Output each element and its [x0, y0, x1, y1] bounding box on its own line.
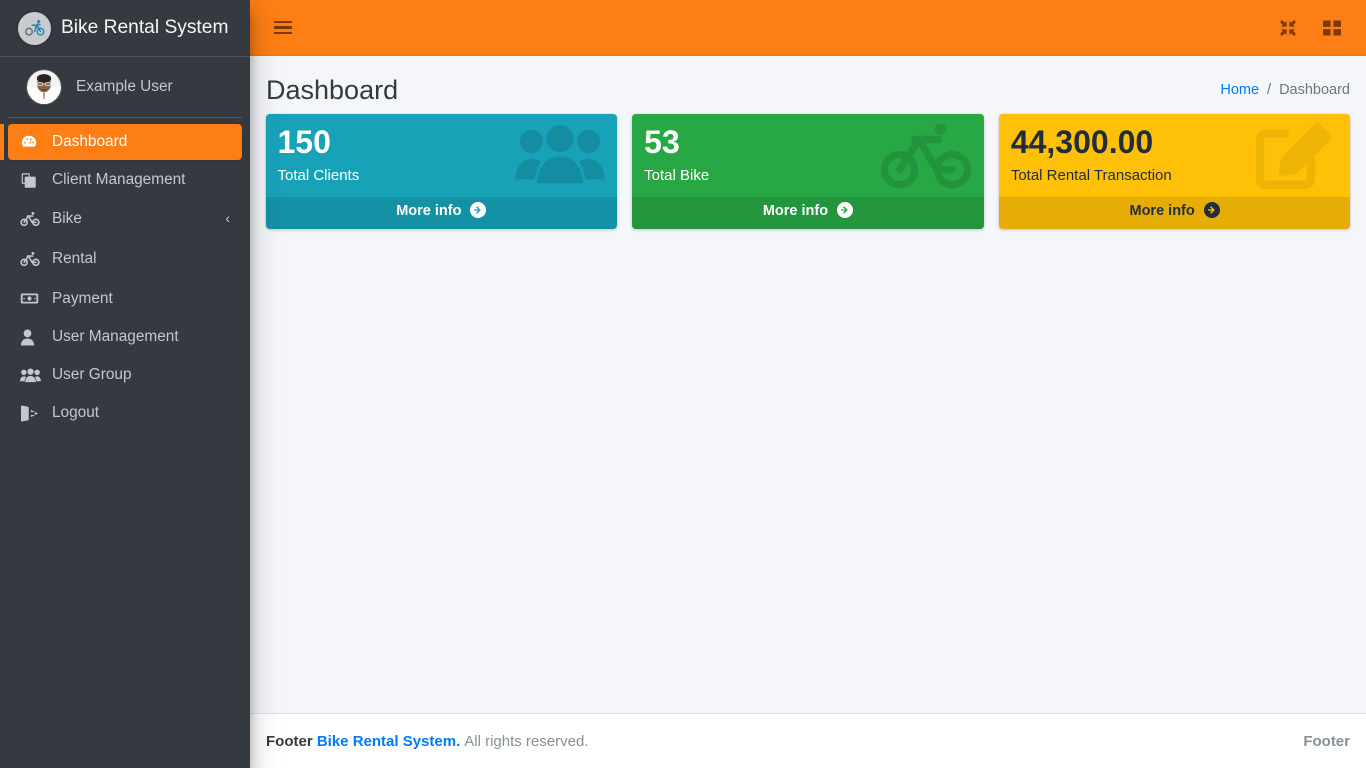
bicycle-icon [20, 249, 46, 269]
sidebar-item-bike[interactable]: Bike ‹ [8, 200, 242, 238]
avatar [26, 69, 62, 105]
bicycle-icon [20, 209, 46, 229]
tachometer-icon [20, 133, 46, 151]
breadcrumb-home[interactable]: Home [1220, 82, 1259, 98]
sidebar-link-dashboard[interactable]: Dashboard [0, 124, 242, 160]
hamburger-bar [274, 26, 292, 29]
sidebar-link-user-group[interactable]: User Group [8, 357, 242, 393]
sidebar-item-label: User Group [52, 366, 132, 383]
chevron-left-icon: ‹ [225, 210, 230, 226]
info-box-col: 44,300.00 Total Rental Transaction More … [991, 114, 1358, 230]
sidebar-link-logout[interactable]: Logout [8, 395, 242, 431]
sidebar-link-rental[interactable]: Rental [8, 240, 242, 278]
sidebar-item-user-management[interactable]: User Management [8, 319, 242, 355]
sidebar-item-user-group[interactable]: User Group [8, 357, 242, 393]
info-box-footer-label: More info [396, 203, 462, 220]
info-box-footer-label: More info [762, 203, 829, 220]
navbar-right-group [1262, 10, 1350, 46]
hamburger-icon[interactable] [266, 10, 300, 46]
arrow-circle-right-icon [837, 202, 854, 222]
info-box-label: Total Rental Transaction [1010, 167, 1172, 185]
user-panel[interactable]: Example User [8, 57, 242, 118]
copy-files-icon [20, 172, 46, 189]
info-box-total-rental-transaction: 44,300.00 Total Rental Transaction More … [998, 114, 1351, 230]
info-box-label: Total Bike [644, 167, 710, 185]
sidebar-link-payment[interactable]: Payment [8, 280, 242, 317]
breadcrumb: Home / Dashboard [1220, 82, 1350, 98]
sidebar-nav: Dashboard Client Management Bike ‹ Renta… [0, 118, 250, 431]
info-box-value: 150 [277, 124, 331, 161]
sidebar-item-label: Client Management [52, 171, 186, 188]
arrow-circle-right-icon [470, 202, 487, 222]
hamburger-bar [274, 31, 292, 35]
sidebar-item-label: Rental [52, 250, 97, 267]
info-box-total-bike: 53 Total Bike More info [632, 114, 984, 230]
breadcrumb-separator: / [1267, 82, 1272, 99]
money-bill-icon [20, 289, 46, 308]
compress-icon[interactable] [1270, 10, 1306, 46]
info-box-col: 53 Total Bike More info [625, 114, 992, 230]
info-box-inner: 44,300.00 Total Rental Transaction [999, 114, 1351, 197]
info-box-inner: 53 Total Bike [632, 114, 984, 197]
content-header: Dashboard Home / Dashboard [250, 56, 1366, 114]
breadcrumb-current: Dashboard [1279, 82, 1350, 99]
info-box-value: 53 [644, 124, 680, 161]
sidebar-item-logout[interactable]: Logout [8, 395, 242, 431]
sidebar-item-label: Dashboard [52, 133, 128, 150]
footer-link[interactable]: Bike Rental System. [317, 733, 460, 750]
page-title: Dashboard [266, 75, 399, 105]
info-box-more-info-link[interactable]: More info [632, 197, 984, 230]
sidebar-item-label: User Management [52, 328, 179, 345]
sidebar-item-rental[interactable]: Rental [8, 240, 242, 278]
info-box-label: Total Clients [277, 167, 360, 185]
hamburger-bar [274, 20, 292, 24]
footer-rest: All rights reserved. [464, 732, 589, 750]
sidebar-item-label: Bike [52, 210, 82, 227]
th-large-grid-icon[interactable] [1314, 10, 1350, 46]
page-footer: Footer Bike Rental System. All rights re… [250, 713, 1366, 768]
brand-title: Bike Rental System [61, 17, 229, 38]
user-name: Example User [76, 78, 173, 95]
sidebar-item-label: Logout [52, 404, 100, 421]
info-box-row: 150 Total Clients More info 53 Total Bik… [250, 114, 1366, 230]
sidebar-link-user-management[interactable]: User Management [8, 319, 242, 355]
arrow-circle-right-icon [1203, 202, 1220, 222]
top-navbar [250, 0, 1366, 56]
main-wrapper: Dashboard Home / Dashboard 150 Total Cli… [250, 0, 1366, 768]
info-box-more-info-link[interactable]: More info [998, 197, 1351, 230]
sidebar: Bike Rental System Example User Dashboar… [0, 0, 250, 768]
sign-out-icon [20, 404, 46, 422]
info-box-col: 150 Total Clients More info [258, 114, 625, 230]
sidebar-link-client-management[interactable]: Client Management [8, 162, 242, 198]
info-box-total-clients: 150 Total Clients More info [265, 114, 618, 230]
brand-link[interactable]: Bike Rental System [0, 0, 250, 57]
sidebar-item-payment[interactable]: Payment [8, 280, 242, 317]
sidebar-item-label: Payment [52, 289, 113, 307]
info-box-inner: 150 Total Clients [266, 114, 618, 197]
footer-right: Footer [1303, 732, 1350, 750]
sidebar-item-client-management[interactable]: Client Management [8, 162, 242, 198]
bike-logo-icon [18, 11, 51, 45]
info-box-footer-label: More info [1129, 203, 1195, 220]
sidebar-link-bike[interactable]: Bike ‹ [8, 200, 242, 238]
info-box-value: 44,300.00 [1010, 124, 1154, 161]
user-icon [20, 329, 46, 346]
info-box-more-info-link[interactable]: More info [265, 197, 618, 230]
active-marker [0, 124, 4, 160]
footer-strong: Footer [266, 732, 313, 750]
users-icon [20, 368, 46, 383]
sidebar-item-dashboard[interactable]: Dashboard [0, 124, 242, 160]
